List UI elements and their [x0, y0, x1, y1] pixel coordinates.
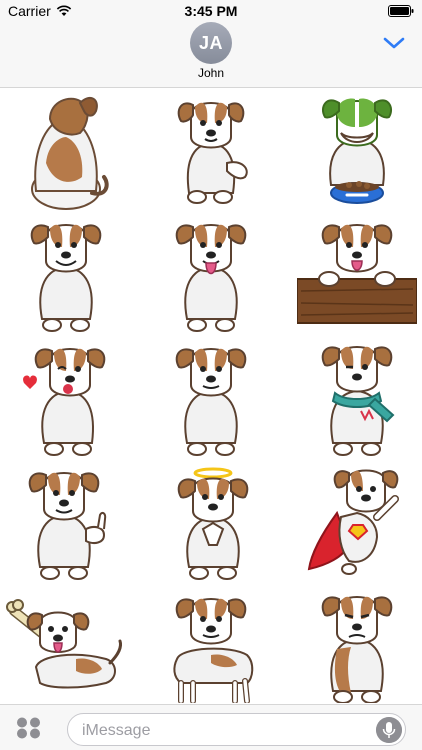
- sticker-dog-superhero-cape[interactable]: [297, 465, 417, 585]
- avatar[interactable]: JA: [190, 22, 232, 64]
- microphone-icon[interactable]: [376, 717, 402, 743]
- dog-standing-image: [173, 598, 254, 703]
- sticker-dog-tongue-out[interactable]: [151, 217, 271, 337]
- sticker-dog-lying-with-bone[interactable]: [6, 589, 126, 703]
- sticker-dog-thumbs-up[interactable]: [6, 465, 126, 585]
- sticker-dog-green-head-food-bowl[interactable]: [297, 93, 417, 213]
- message-input-bar: iMessage: [0, 704, 422, 750]
- status-bar: Carrier 3:45 PM: [0, 0, 422, 22]
- dog-lying-with-bone-image: [6, 599, 122, 689]
- clock: 3:45 PM: [184, 3, 238, 19]
- sticker-dog-on-wooden-fence[interactable]: [297, 217, 417, 337]
- contact-name[interactable]: John: [0, 66, 422, 80]
- conversation-header: JA John: [0, 22, 422, 88]
- sticker-dog-standing[interactable]: [151, 589, 271, 703]
- sticker-grid: [0, 89, 422, 703]
- sticker-dog-raising-paw[interactable]: [151, 93, 271, 213]
- dog-on-wooden-fence-image: [297, 224, 417, 324]
- dog-angel-halo-image: [177, 467, 249, 580]
- app-drawer-icon[interactable]: [16, 717, 42, 739]
- sticker-dog-happy-sitting[interactable]: [151, 341, 271, 461]
- dog-scarf-winking-image: [321, 346, 395, 456]
- message-placeholder: iMessage: [82, 722, 151, 739]
- dog-grumpy-image: [321, 596, 393, 703]
- sticker-dog-grumpy[interactable]: [297, 589, 417, 703]
- dog-back-view-image: [31, 96, 109, 210]
- sticker-dog-smiling[interactable]: [6, 217, 126, 337]
- chevron-down-icon[interactable]: [382, 34, 406, 52]
- dog-smiling-image: [30, 224, 102, 332]
- dog-thumbs-up-image: [28, 472, 107, 580]
- dog-green-head-food-bowl-image: [321, 98, 393, 204]
- sticker-dog-scarf-winking[interactable]: [297, 341, 417, 461]
- dog-superhero-cape-image: [307, 469, 399, 575]
- message-input[interactable]: iMessage: [67, 713, 406, 746]
- battery-icon: [388, 5, 414, 17]
- sticker-dog-angel-halo[interactable]: [151, 465, 271, 585]
- dog-happy-sitting-image: [175, 348, 247, 456]
- sticker-dog-heart-kiss[interactable]: [6, 341, 126, 461]
- dog-tongue-out-image: [175, 224, 247, 332]
- sticker-dog-back-view[interactable]: [6, 93, 126, 213]
- dog-raising-paw-image: [177, 102, 248, 204]
- dog-heart-kiss-image: [23, 348, 106, 456]
